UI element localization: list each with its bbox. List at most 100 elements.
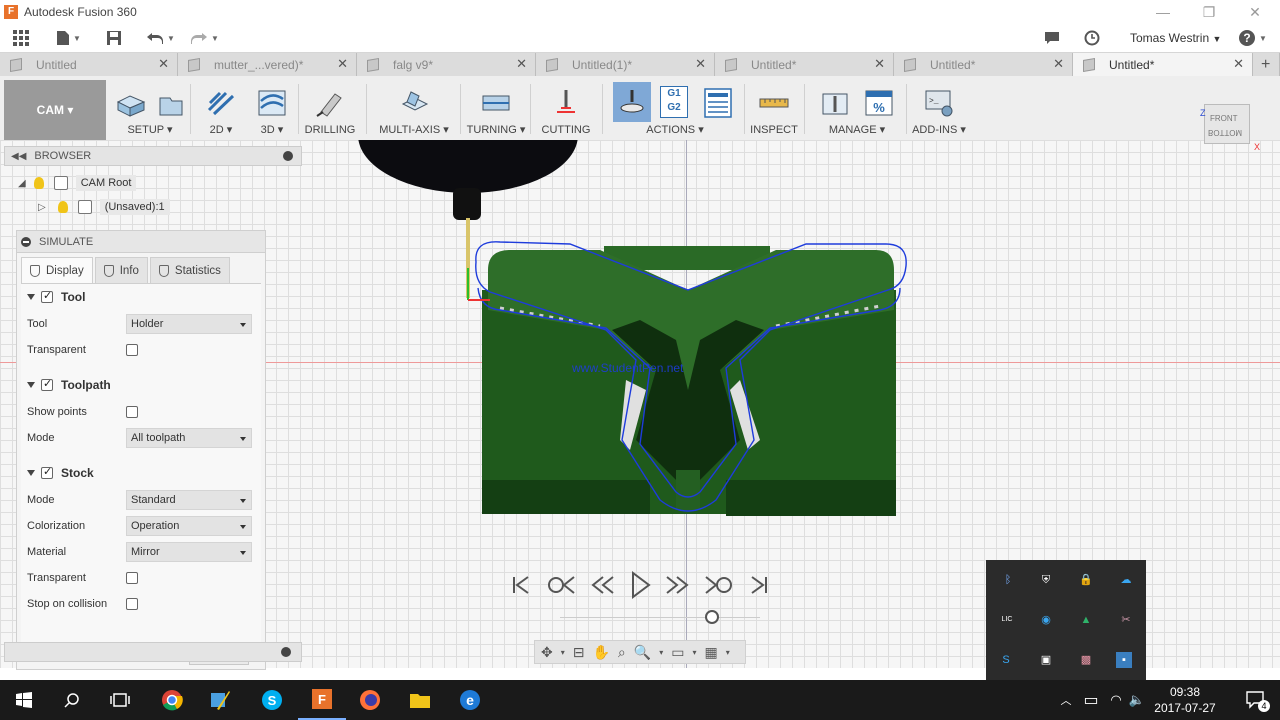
browser-header[interactable]: ◀◀ BROWSER [4,146,302,166]
document-tab[interactable]: Untitled* ✕ [715,53,894,76]
skype-tray-icon[interactable]: S [998,652,1014,668]
tool-display-select[interactable]: Holder [126,314,252,334]
tree-item-cam-root[interactable]: ◢ CAM Root [18,172,137,194]
collapse-triangle-icon[interactable] [27,382,35,388]
tool-enable-checkbox[interactable] [41,289,53,303]
volume-icon[interactable]: 🔈 [1126,680,1148,720]
visibility-bulb-icon[interactable] [57,201,68,213]
task-view-button[interactable] [96,680,144,720]
add-comment-icon[interactable] [281,647,291,657]
minimize-button[interactable]: — [1140,0,1186,24]
close-tab-icon[interactable]: ✕ [337,56,348,72]
zoom-icon[interactable]: ⌕ [618,644,626,661]
tab-display[interactable]: Display [21,257,93,283]
skype-taskbar-button[interactable]: S [248,680,296,720]
tab-statistics[interactable]: Statistics [149,257,230,283]
orbit-dropdown-icon[interactable]: ▾ [561,648,565,657]
edge-taskbar-button[interactable]: e [446,680,494,720]
add-ins-menu[interactable]: >_ ADD-INS ▾ [910,76,968,140]
license-icon[interactable]: LIC [996,612,1018,628]
stock-mode-select[interactable]: Standard [126,490,252,510]
close-tab-icon[interactable]: ✕ [695,56,706,72]
document-tab[interactable]: falg v9* ✕ [357,53,536,76]
actions-menu[interactable]: G1 G2 ACTIONS ▾ [610,76,740,140]
document-tab[interactable]: Untitled ✕ [0,53,178,76]
close-tab-icon[interactable]: ✕ [1053,56,1064,72]
simulation-timeline[interactable] [560,617,760,618]
user-menu[interactable]: Tomas Westrin ▼ [1130,31,1221,45]
grid-dropdown-icon[interactable]: ▾ [726,648,730,657]
close-tab-icon[interactable]: ✕ [158,56,169,72]
tab-info[interactable]: Info [94,257,148,283]
cutting-button[interactable]: CUTTING [538,76,594,140]
simulate-header[interactable]: SIMULATE [17,231,265,253]
tool-icon[interactable]: ✂ [1118,612,1134,628]
stock-section-header[interactable]: Stock [27,465,94,480]
stock-enable-checkbox[interactable] [41,465,53,479]
go-to-end-icon[interactable] [748,574,770,596]
paint-taskbar-button[interactable] [196,680,244,720]
play-icon[interactable] [629,571,651,599]
stock-transparent-checkbox[interactable] [126,572,138,584]
zoom-dropdown-icon[interactable]: ▾ [659,648,663,657]
show-hidden-icons-button[interactable]: ︿ [1052,680,1080,720]
stop-on-collision-checkbox[interactable] [126,598,138,610]
step-back-icon[interactable] [589,574,615,596]
collapse-triangle-icon[interactable] [27,470,35,476]
tool-transparent-checkbox[interactable] [126,344,138,356]
close-tab-icon[interactable]: ✕ [516,56,527,72]
firefox-taskbar-button[interactable] [346,680,394,720]
action-center-button[interactable]: 4 [1232,680,1280,720]
turning-menu[interactable]: TURNING ▾ [466,76,526,140]
file-menu-button[interactable]: ▼ [56,28,81,48]
explorer-taskbar-button[interactable] [396,680,444,720]
drilling-button[interactable]: DRILLING [302,76,358,140]
simulate-active-button[interactable] [613,82,651,122]
drive-icon[interactable]: ▲ [1078,612,1094,628]
post-process-button[interactable]: G1 G2 [660,86,688,118]
3d-menu[interactable]: 3D ▾ [250,76,294,140]
chrome-taskbar-button[interactable] [148,680,196,720]
start-button[interactable] [0,680,48,720]
maximize-button[interactable]: ❐ [1186,0,1232,24]
redo-button[interactable]: ▼ [190,28,219,48]
collapse-browser-icon[interactable]: ◀◀ [11,151,26,162]
timeline-slider-handle[interactable] [705,610,719,624]
help-button[interactable]: ? ▼ [1238,28,1267,48]
bluetooth-icon[interactable]: ᛒ [1000,572,1016,588]
save-button[interactable] [106,28,122,48]
setup-sheet-icon[interactable] [704,88,732,118]
data-panel-button[interactable] [12,28,30,48]
cloud-error-icon[interactable]: ☁ [1118,572,1134,588]
display-settings-icon[interactable]: ▭ [671,644,684,661]
colorization-select[interactable]: Operation [126,516,252,536]
inspect-menu[interactable]: INSPECT [748,76,800,140]
2d-menu[interactable]: 2D ▾ [198,76,244,140]
close-window-button[interactable]: ✕ [1232,0,1278,24]
multi-axis-menu[interactable]: MULTI-AXIS ▾ [374,76,454,140]
orbit-icon[interactable]: ✥ [541,644,553,661]
toolpath-mode-select[interactable]: All toolpath [126,428,252,448]
job-status-button[interactable] [1084,28,1100,48]
clock[interactable]: 09:38 2017-07-27 [1150,684,1220,716]
media-icon[interactable]: ▣ [1038,652,1054,668]
view-cube[interactable]: FRONT BOTTOM Z X [1200,104,1260,156]
close-tab-icon[interactable]: ✕ [874,56,885,72]
tool-section-header[interactable]: Tool [27,289,85,304]
display-dropdown-icon[interactable]: ▾ [692,648,696,657]
material-select[interactable]: Mirror [126,542,252,562]
collapse-panel-icon[interactable] [21,236,31,247]
document-tab[interactable]: mutter_...vered)* ✕ [178,53,357,76]
search-button[interactable] [48,680,96,720]
expand-toggle-icon[interactable]: ▷ [38,202,46,213]
document-tab[interactable]: Untitled* ✕ [894,53,1073,76]
show-points-checkbox[interactable] [126,406,138,418]
workspace-switcher[interactable]: CAM ▾ [4,80,106,140]
zoom-window-icon[interactable]: 🔍 [634,644,651,661]
toolpath-enable-checkbox[interactable] [41,377,53,391]
step-forward-icon[interactable] [665,574,691,596]
comments-panel-bar[interactable] [4,642,302,662]
wifi-icon[interactable]: ◠ [1104,680,1128,720]
next-operation-icon[interactable] [704,574,734,596]
minimize-browser-icon[interactable] [283,151,293,161]
